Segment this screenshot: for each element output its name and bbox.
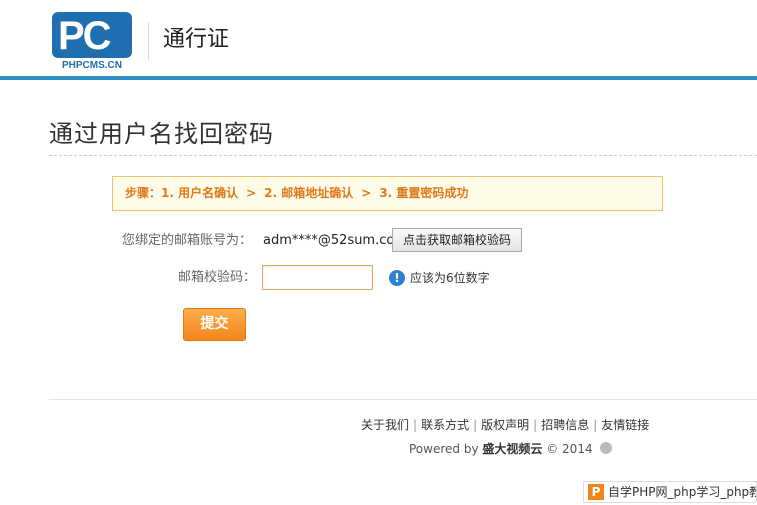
phpcms-logo[interactable]: PC PHPCMS.CN	[52, 12, 132, 72]
footer-link-contact[interactable]: 联系方式	[421, 418, 469, 432]
powered-brand: 盛大视频云	[482, 442, 543, 456]
step-3: 3. 重置密码成功	[379, 186, 469, 200]
code-row: 邮箱校验码： ! 应该为6位数字	[0, 264, 757, 292]
step-arrow-1: >	[246, 186, 257, 200]
steps-prefix: 步骤：	[125, 186, 162, 200]
footer-separator: |	[593, 418, 598, 432]
step-2: 2. 邮箱地址确认	[264, 186, 354, 200]
code-label: 邮箱校验码：	[178, 270, 257, 285]
powered-prefix: Powered by	[409, 442, 479, 456]
logo-text: PHPCMS.CN	[61, 60, 122, 71]
header-accent-line	[0, 76, 757, 80]
footer-link-friends[interactable]: 友情链接	[601, 418, 649, 432]
header-divider	[148, 22, 149, 60]
code-hint-text: 应该为6位数字	[410, 271, 490, 285]
info-icon: !	[389, 270, 405, 286]
copyright-text: © 2014	[546, 442, 593, 456]
email-row: 您绑定的邮箱账号为： adm****@52sum.com 点击获取邮箱校验码	[0, 228, 757, 254]
page-title: 通过用户名找回密码	[49, 120, 274, 148]
submit-button[interactable]: 提交	[183, 308, 246, 341]
email-label: 您绑定的邮箱账号为：	[122, 233, 253, 248]
header-title: 通行证	[163, 27, 230, 52]
footer-separator: |	[533, 418, 538, 432]
site-watermark: P 自学PHP网_php学习_php教程	[583, 481, 757, 503]
powered-by: Powered by 盛大视频云 © 2014	[409, 441, 613, 457]
footer-separator: |	[413, 418, 418, 432]
footer-divider	[49, 399, 757, 400]
email-value: adm****@52sum.com	[263, 233, 407, 248]
header: PC PHPCMS.CN 通行证	[0, 0, 757, 80]
title-divider	[49, 155, 757, 156]
watermark-text: 自学PHP网_php学习_php教程	[608, 485, 757, 499]
shield-icon	[600, 442, 613, 454]
footer-separator: |	[473, 418, 478, 432]
get-email-code-button[interactable]: 点击获取邮箱校验码	[392, 228, 522, 252]
logo-box: PC	[52, 12, 132, 58]
steps-bar: 步骤：1. 用户名确认 >2. 邮箱地址确认 >3. 重置密码成功	[112, 176, 663, 211]
logo-letters: PC	[58, 14, 112, 58]
footer-link-jobs[interactable]: 招聘信息	[541, 418, 589, 432]
step-1: 1. 用户名确认	[161, 186, 239, 200]
watermark-logo-icon: P	[588, 484, 604, 500]
footer-links: 关于我们 | 联系方式 | 版权声明 | 招聘信息 | 友情链接	[361, 417, 649, 433]
email-code-input[interactable]	[262, 265, 373, 290]
footer-link-about[interactable]: 关于我们	[361, 418, 409, 432]
footer-link-copyright[interactable]: 版权声明	[481, 418, 529, 432]
step-arrow-2: >	[361, 186, 372, 200]
